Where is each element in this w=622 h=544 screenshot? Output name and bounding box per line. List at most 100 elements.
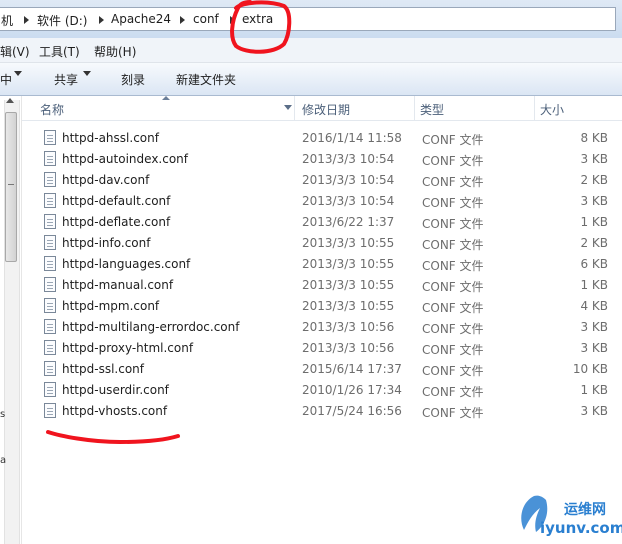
file-row[interactable]: httpd-languages.conf 2013/3/3 10:55 CONF 文… (22, 254, 622, 275)
file-icon (44, 151, 56, 166)
file-name: httpd-default.conf (62, 194, 171, 208)
file-row[interactable]: httpd-proxy-html.conf 2013/3/3 10:56 CONF … (22, 338, 622, 359)
file-type: CONF 文件 (422, 280, 484, 294)
chevron-down-icon[interactable] (14, 71, 22, 76)
file-icon (44, 172, 56, 187)
column-header-date[interactable]: 修改日期 (302, 101, 350, 118)
chevron-down-icon[interactable] (284, 105, 292, 110)
file-type: CONF 文件 (422, 196, 484, 210)
file-row[interactable]: httpd-multilang-errordoc.conf 2013/3/3 10… (22, 317, 622, 338)
menu-bar: 辑(V) 工具(T) 帮助(H) (0, 38, 622, 63)
column-divider[interactable] (534, 96, 535, 120)
file-row[interactable]: httpd-ssl.conf 2015/6/14 17:37 CONF 文件 10 K… (22, 359, 622, 380)
file-type: CONF 文件 (422, 364, 484, 378)
file-name: httpd-ssl.conf (62, 362, 145, 376)
file-size: 10 KB (572, 362, 608, 376)
file-type: CONF 文件 (422, 343, 484, 357)
nav-pane-partial-text: a (0, 455, 7, 466)
file-size: 2 KB (580, 173, 608, 187)
file-type: CONF 文件 (422, 322, 484, 336)
file-type: CONF 文件 (422, 133, 484, 147)
new-folder-button[interactable]: 新建文件夹 (176, 71, 236, 88)
file-row[interactable]: httpd-ahssl.conf 2016/1/14 11:58 CONF 文件 8 … (22, 128, 622, 149)
share-button[interactable]: 共享 (54, 71, 78, 88)
file-size: 3 KB (580, 404, 608, 418)
burn-button[interactable]: 刻录 (121, 71, 145, 88)
file-row[interactable]: httpd-info.conf 2013/3/3 10:55 CONF 文件 2 KB (22, 233, 622, 254)
column-header-size[interactable]: 大小 (540, 101, 564, 118)
file-date: 2013/6/22 1:37 (302, 215, 395, 229)
file-name: httpd-deflate.conf (62, 215, 171, 229)
file-date: 2013/3/3 10:55 (302, 299, 395, 313)
scrollbar-thumb[interactable] (5, 112, 17, 262)
file-type: CONF 文件 (422, 259, 484, 273)
breadcrumb-separator-icon[interactable] (230, 16, 235, 24)
file-date: 2015/6/14 17:37 (302, 362, 402, 376)
column-header-type[interactable]: 类型 (420, 101, 444, 118)
file-name: httpd-manual.conf (62, 278, 174, 292)
file-name: httpd-proxy-html.conf (62, 341, 194, 355)
address-bar[interactable]: 机 软件 (D:) Apache24 conf extra (0, 7, 616, 31)
breadcrumb-apache24[interactable]: Apache24 (111, 12, 171, 26)
menu-help[interactable]: 帮助(H) (94, 43, 136, 60)
file-size: 1 KB (580, 278, 608, 292)
file-row[interactable]: httpd-manual.conf 2013/3/3 10:55 CONF 文件 1 … (22, 275, 622, 296)
scrollbar-grip-icon (8, 184, 14, 185)
command-toolbar: 中 共享 刻录 新建文件夹 (0, 63, 622, 96)
file-row[interactable]: httpd-dav.conf 2013/3/3 10:54 CONF 文件 2 KB (22, 170, 622, 191)
chevron-down-icon[interactable] (83, 71, 91, 76)
menu-view[interactable]: 辑(V) (0, 43, 30, 60)
sort-ascending-icon (162, 96, 170, 100)
file-date: 2013/3/3 10:55 (302, 236, 395, 250)
file-size: 3 KB (580, 341, 608, 355)
file-type: CONF 文件 (422, 217, 484, 231)
file-date: 2017/5/24 16:56 (302, 404, 402, 418)
file-date: 2010/1/26 17:34 (302, 383, 402, 397)
file-row[interactable]: httpd-deflate.conf 2013/6/22 1:37 CONF 文件 1… (22, 212, 622, 233)
file-icon (44, 193, 56, 208)
menu-tools[interactable]: 工具(T) (39, 43, 80, 60)
breadcrumb-separator-icon[interactable] (24, 16, 29, 24)
breadcrumb-conf[interactable]: conf (193, 12, 219, 26)
file-row[interactable]: httpd-autoindex.conf 2013/3/3 10:54 CONF 文… (22, 149, 622, 170)
file-date: 2013/3/3 10:55 (302, 278, 395, 292)
breadcrumb-extra[interactable]: extra (242, 12, 273, 26)
file-name: httpd-ahssl.conf (62, 131, 159, 145)
file-size: 3 KB (580, 194, 608, 208)
file-name: httpd-userdir.conf (62, 383, 169, 397)
column-divider[interactable] (294, 96, 295, 120)
file-date: 2013/3/3 10:56 (302, 320, 395, 334)
file-row[interactable]: httpd-userdir.conf 2010/1/26 17:34 CONF 文件… (22, 380, 622, 401)
file-size: 3 KB (580, 152, 608, 166)
file-size: 3 KB (580, 320, 608, 334)
file-name: httpd-mpm.conf (62, 299, 160, 313)
file-size: 2 KB (580, 236, 608, 250)
red-underline-annotation (46, 430, 180, 445)
breadcrumb-separator-icon[interactable] (180, 16, 185, 24)
file-icon (44, 361, 56, 376)
file-date: 2013/3/3 10:56 (302, 341, 395, 355)
file-row[interactable]: httpd-default.conf 2013/3/3 10:54 CONF 文件 3… (22, 191, 622, 212)
column-header-row: 名称 修改日期 类型 大小 (22, 96, 622, 121)
scroll-up-arrow-icon[interactable] (6, 98, 14, 103)
file-date: 2013/3/3 10:55 (302, 257, 395, 271)
column-divider[interactable] (414, 96, 415, 120)
file-icon (44, 214, 56, 229)
address-bar-area: 机 软件 (D:) Apache24 conf extra (0, 0, 622, 38)
file-row[interactable]: httpd-vhosts.conf 2017/5/24 16:56 CONF 文件 3… (22, 401, 622, 422)
breadcrumb-computer[interactable]: 机 (1, 12, 13, 29)
breadcrumb-drive[interactable]: 软件 (D:) (37, 12, 87, 29)
file-icon (44, 256, 56, 271)
breadcrumb-separator-icon[interactable] (99, 16, 104, 24)
file-type: CONF 文件 (422, 238, 484, 252)
watermark-text: 运维网 (564, 502, 606, 518)
file-size: 1 KB (580, 215, 608, 229)
file-icon (44, 319, 56, 334)
column-header-name[interactable]: 名称 (40, 101, 64, 118)
toolbar-partial-item[interactable]: 中 (0, 71, 12, 88)
file-row[interactable]: httpd-mpm.conf 2013/3/3 10:55 CONF 文件 4 KB (22, 296, 622, 317)
file-icon (44, 340, 56, 355)
file-type: CONF 文件 (422, 154, 484, 168)
file-date: 2013/3/3 10:54 (302, 194, 395, 208)
file-icon (44, 403, 56, 418)
